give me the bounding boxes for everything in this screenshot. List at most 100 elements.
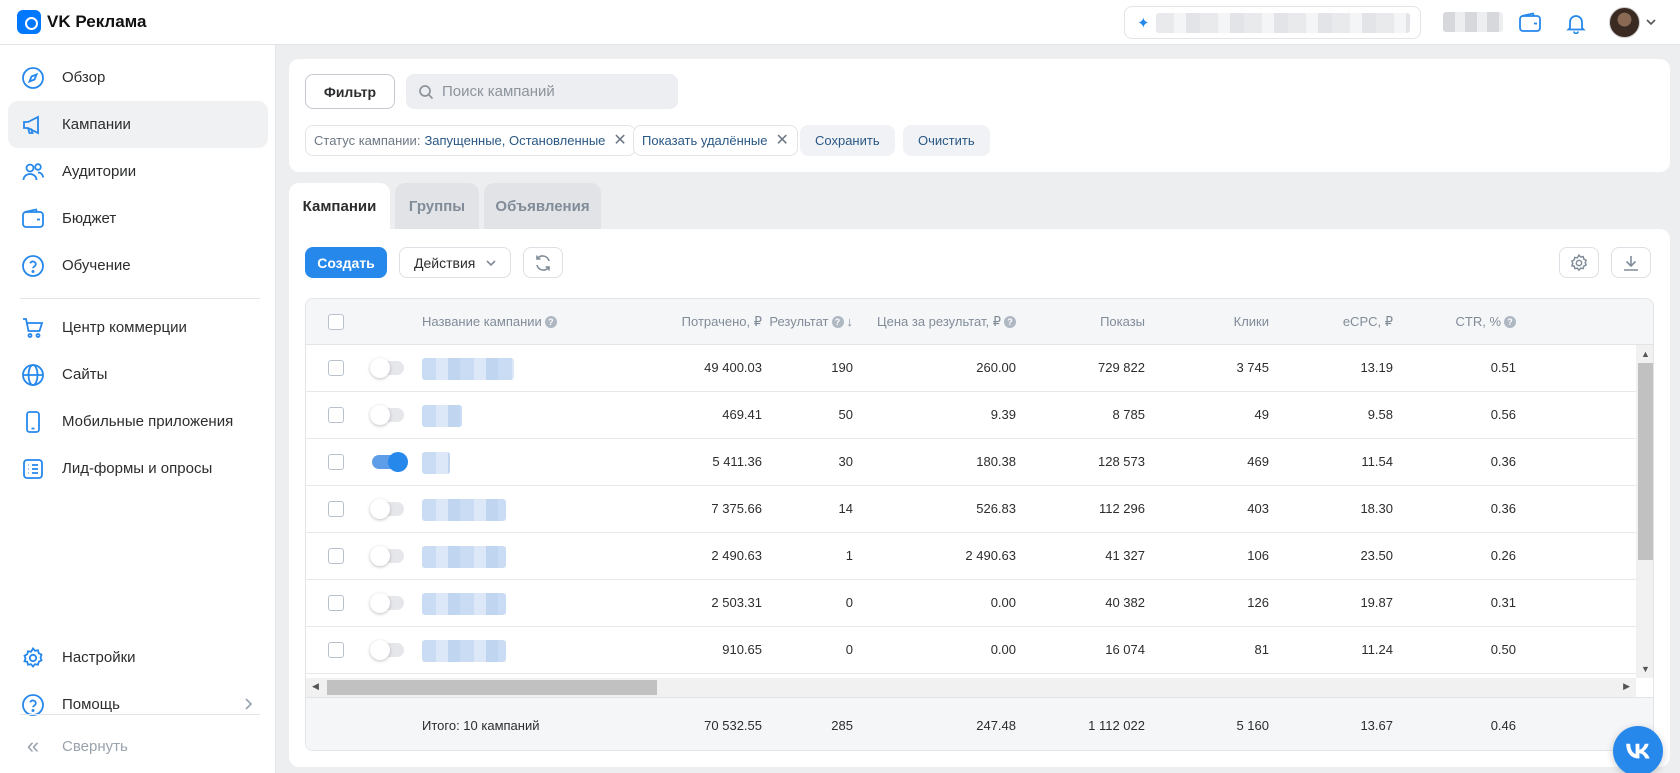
question-circle-icon: [18, 690, 48, 720]
help-icon[interactable]: ?: [831, 316, 844, 328]
blurred-account-name[interactable]: [1443, 12, 1503, 32]
filter-button[interactable]: Фильтр: [305, 74, 395, 109]
scroll-thumb[interactable]: [327, 680, 657, 695]
close-icon[interactable]: ✕: [613, 132, 626, 149]
filter-chip-deleted[interactable]: Показать удалённые ✕: [633, 125, 798, 156]
toggle-knob: [370, 593, 390, 613]
table-total-row: Итого: 10 кампаний 70 532.55 285 247.48 …: [306, 697, 1653, 750]
blurred-campaign-name[interactable]: [422, 640, 506, 662]
chevron-down-icon[interactable]: [1645, 15, 1657, 31]
blurred-campaign-name[interactable]: [422, 452, 450, 474]
campaign-toggle[interactable]: [370, 546, 404, 566]
campaign-toggle[interactable]: [370, 593, 404, 613]
campaign-toggle[interactable]: [370, 640, 404, 660]
column-header-result[interactable]: Результат? ↓: [769, 314, 853, 329]
close-icon[interactable]: ✕: [776, 132, 789, 149]
blurred-campaign-name[interactable]: [422, 358, 514, 380]
row-checkbox[interactable]: [328, 642, 344, 658]
scroll-left-arrow-icon[interactable]: ◀: [312, 681, 319, 692]
table-settings-button[interactable]: [1559, 247, 1599, 278]
sidebar-item-label: Помощь: [62, 696, 120, 713]
tab-campaigns[interactable]: Кампании: [289, 183, 390, 229]
blurred-campaign-name[interactable]: [422, 499, 506, 521]
toggle-knob: [370, 546, 390, 566]
global-search[interactable]: ✦: [1124, 6, 1421, 39]
cell-result: 1: [845, 548, 853, 563]
sidebar-item-campaigns[interactable]: Кампании: [8, 101, 268, 148]
row-checkbox[interactable]: [328, 407, 344, 423]
tab-ads[interactable]: Объявления: [484, 183, 601, 229]
download-button[interactable]: [1611, 247, 1651, 278]
sidebar-item-commerce[interactable]: Центр коммерции: [8, 304, 268, 351]
table-row[interactable]: 2 490.63 1 2 490.63 41 327 106 23.50 0.2…: [306, 533, 1636, 580]
help-icon[interactable]: ?: [1004, 316, 1016, 328]
table-row[interactable]: 469.41 50 9.39 8 785 49 9.58 0.56: [306, 392, 1636, 439]
scroll-down-arrow-icon[interactable]: ▼: [1641, 664, 1650, 674]
vk-ads-logo-icon: [17, 10, 41, 34]
sidebar-item-lead-forms[interactable]: Лид-формы и опросы: [8, 445, 268, 492]
column-header-clicks[interactable]: Клики: [1234, 314, 1269, 329]
cell-spent: 469.41: [722, 407, 762, 422]
actions-dropdown[interactable]: Действия: [399, 247, 511, 278]
filter-chip-status[interactable]: Статус кампании: Запущенные, Остановленн…: [305, 125, 636, 156]
table-row[interactable]: 5 411.36 30 180.38 128 573 469 11.54 0.3…: [306, 439, 1636, 486]
help-icon[interactable]: ?: [544, 316, 557, 328]
sidebar-item-sites[interactable]: Сайты: [8, 351, 268, 398]
clear-filter-button[interactable]: Очистить: [903, 125, 990, 156]
bell-icon[interactable]: [1563, 10, 1589, 36]
table-row[interactable]: 910.65 0 0.00 16 074 81 11.24 0.50: [306, 627, 1636, 674]
column-header-cost[interactable]: Цена за результат, ₽?: [877, 314, 1016, 330]
sidebar-item-audiences[interactable]: Аудитории: [8, 148, 268, 195]
wallet-icon[interactable]: [1517, 10, 1543, 36]
vk-chat-button[interactable]: [1613, 726, 1663, 773]
sidebar-divider: [20, 298, 260, 299]
user-avatar[interactable]: [1609, 7, 1640, 38]
column-label: Цена за результат, ₽: [877, 314, 1001, 329]
refresh-button[interactable]: [523, 247, 563, 278]
sidebar-item-label: Кампании: [62, 116, 131, 133]
column-header-name[interactable]: Название кампании?: [422, 314, 557, 329]
sidebar-item-overview[interactable]: Обзор: [8, 54, 268, 101]
column-header-ecpc[interactable]: eCPC, ₽: [1343, 314, 1393, 330]
vertical-scrollbar[interactable]: ▲ ▼: [1636, 345, 1653, 678]
scroll-right-arrow-icon[interactable]: ▶: [1623, 681, 1630, 692]
sidebar-item-learning[interactable]: Обучение: [8, 242, 268, 289]
campaign-toggle[interactable]: [370, 405, 404, 425]
search-input[interactable]: [442, 83, 662, 100]
sidebar-collapse-button[interactable]: « Свернуть: [8, 726, 128, 766]
campaign-toggle[interactable]: [372, 452, 408, 472]
row-checkbox[interactable]: [328, 454, 344, 470]
blurred-campaign-name[interactable]: [422, 593, 506, 615]
horizontal-scrollbar[interactable]: ◀ ▶: [306, 678, 1636, 697]
campaign-toggle[interactable]: [370, 358, 404, 378]
row-checkbox[interactable]: [328, 501, 344, 517]
tab-groups[interactable]: Группы: [395, 183, 479, 229]
vk-logo-icon: [1626, 743, 1650, 759]
blurred-campaign-name[interactable]: [422, 546, 506, 568]
column-header-impressions[interactable]: Показы: [1100, 314, 1145, 329]
sidebar-item-label: Обзор: [62, 69, 106, 86]
table-row[interactable]: 49 400.03 190 260.00 729 822 3 745 13.19…: [306, 345, 1636, 392]
scroll-thumb[interactable]: [1638, 363, 1653, 560]
sidebar-item-mobile-apps[interactable]: Мобильные приложения: [8, 398, 268, 445]
row-checkbox[interactable]: [328, 595, 344, 611]
column-header-spent[interactable]: Потрачено, ₽: [682, 314, 762, 330]
cart-icon: [18, 313, 48, 343]
campaign-toggle[interactable]: [370, 499, 404, 519]
create-button[interactable]: Создать: [305, 247, 387, 278]
sidebar-item-budget[interactable]: Бюджет: [8, 195, 268, 242]
campaign-search[interactable]: [406, 74, 678, 109]
save-filter-button[interactable]: Сохранить: [800, 125, 895, 156]
blurred-campaign-name[interactable]: [422, 405, 462, 427]
table-row[interactable]: 7 375.66 14 526.83 112 296 403 18.30 0.3…: [306, 486, 1636, 533]
scroll-up-arrow-icon[interactable]: ▲: [1641, 349, 1650, 359]
sidebar-item-settings[interactable]: Настройки: [8, 634, 268, 681]
row-checkbox[interactable]: [328, 548, 344, 564]
column-header-ctr[interactable]: CTR, %?: [1456, 314, 1516, 329]
table-row[interactable]: 2 503.31 0 0.00 40 382 126 19.87 0.31: [306, 580, 1636, 627]
app-logo[interactable]: VK Реклама: [17, 10, 147, 34]
select-all-checkbox[interactable]: [328, 314, 344, 330]
row-checkbox[interactable]: [328, 360, 344, 376]
help-icon[interactable]: ?: [1504, 316, 1516, 328]
sidebar-item-help[interactable]: Помощь: [8, 681, 268, 728]
